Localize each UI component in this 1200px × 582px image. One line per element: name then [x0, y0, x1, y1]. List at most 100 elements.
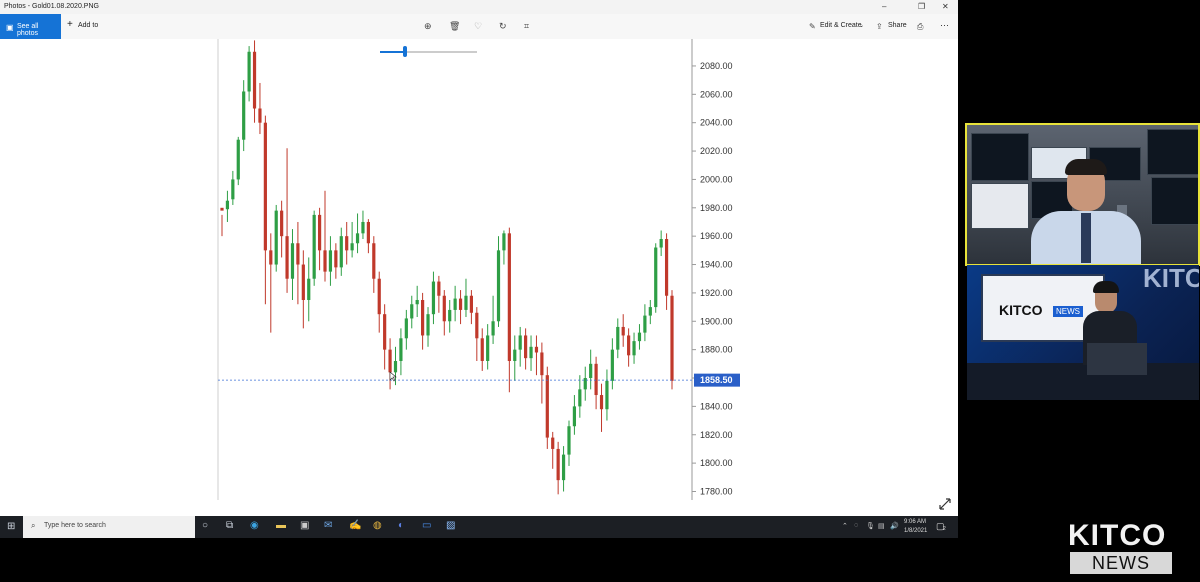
- candle-body: [442, 295, 446, 322]
- window-title: Photos - Gold01.08.2020.PNG: [4, 3, 99, 10]
- candle-body: [220, 207, 224, 211]
- candle-body: [469, 295, 473, 313]
- pen-app-icon[interactable]: ✍: [349, 520, 361, 531]
- plus-icon[interactable]: +: [67, 19, 73, 30]
- studio-screen-logo: KITCO: [999, 302, 1043, 318]
- chrome-icon[interactable]: ◍: [373, 520, 382, 531]
- network-icon: ▤: [878, 523, 885, 530]
- search-icon: ⌕: [31, 521, 36, 530]
- candle-body: [421, 299, 425, 336]
- share-button[interactable]: Share: [888, 22, 907, 29]
- candle-body: [388, 349, 392, 373]
- delete-icon[interactable]: 🗑: [449, 21, 460, 32]
- minimize-button[interactable]: –: [882, 2, 886, 11]
- notification-count: 2: [943, 526, 946, 532]
- close-button[interactable]: ✕: [942, 2, 949, 11]
- photos-app-icon[interactable]: ▨: [446, 520, 455, 531]
- price-tick-label: 2000.00: [700, 174, 733, 184]
- candle-body: [496, 250, 501, 322]
- candle-body: [551, 437, 555, 449]
- candle-body: [334, 250, 338, 268]
- candle-body: [269, 250, 273, 265]
- heart-icon[interactable]: ♡: [474, 21, 482, 32]
- candle-body: [616, 326, 620, 350]
- kitco-logo-text: KITCO: [1068, 519, 1167, 552]
- analyst-tie: [1081, 213, 1091, 263]
- candle-body: [534, 346, 539, 353]
- candle-body: [621, 326, 625, 336]
- cortana-icon[interactable]: ○: [202, 520, 208, 531]
- search-input[interactable]: Type here to search: [44, 522, 106, 529]
- price-tick-label: 1940.00: [700, 260, 733, 270]
- windows-start-icon[interactable]: ⊞: [7, 521, 15, 532]
- more-options-button[interactable]: ···: [940, 20, 949, 30]
- taskbar-search-box[interactable]: ⌕ Type here to search: [23, 516, 195, 538]
- candle-body: [366, 221, 370, 244]
- share-icon: ⇪: [876, 22, 883, 31]
- task-view-icon[interactable]: ⧉: [226, 520, 233, 531]
- edit-icon: ✎: [809, 22, 816, 31]
- candle-body: [225, 200, 230, 210]
- see-all-photos-button[interactable]: ▣ See all photos: [0, 14, 61, 39]
- analyst-hair: [1065, 159, 1107, 175]
- price-tick-label: 1900.00: [700, 316, 733, 326]
- maximize-button[interactable]: ❐: [918, 2, 925, 11]
- edge-icon[interactable]: ◉: [250, 520, 259, 531]
- candle-body: [578, 389, 582, 407]
- zoom-icon[interactable]: ⊕: [424, 21, 432, 32]
- windows-taskbar: ⊞ ⌕ Type here to search ○ ⧉ ◉ ▬ ▣ ✉ ✍ ◍ …: [0, 516, 958, 538]
- edit-create-button[interactable]: Edit & Create: [820, 22, 862, 29]
- candle-body: [458, 298, 463, 310]
- taskbar-time: 9:06 AM: [904, 519, 927, 525]
- candle-body: [372, 243, 376, 279]
- candle-body: [605, 380, 609, 410]
- photos-toolbar: ▣ See all photos + Add to ⊕ 🗑 ♡ ↻ ⌗ ✎ Ed…: [0, 14, 958, 39]
- candle-body: [317, 214, 322, 251]
- zoom-slider-thumb[interactable]: [403, 46, 407, 57]
- candle-body: [426, 314, 430, 336]
- tray-chevron-icon[interactable]: ⌃: [842, 522, 848, 530]
- price-tick-label: 1920.00: [700, 288, 733, 298]
- candle-body: [242, 91, 246, 140]
- price-tick-label: 2080.00: [700, 61, 733, 71]
- candle-body: [583, 378, 587, 390]
- candle-body: [654, 247, 658, 308]
- add-to-button[interactable]: Add to: [78, 22, 98, 29]
- studio-screen-logo-news: NEWS: [1053, 306, 1083, 317]
- rotate-icon[interactable]: ↻: [499, 21, 507, 32]
- kitco-news-logo: KITCO NEWS: [1066, 519, 1174, 577]
- app-icon[interactable]: ◐: [398, 520, 404, 531]
- candle-body: [643, 315, 647, 333]
- candle-body: [567, 426, 571, 455]
- candle-body: [589, 363, 593, 379]
- candle-body: [296, 243, 300, 265]
- candle-body: [258, 108, 262, 123]
- anchor-studio-feed: KITCO KITCO NEWS: [967, 265, 1199, 400]
- candle-body: [252, 51, 257, 109]
- price-tick-label: 1840.00: [700, 401, 733, 411]
- price-tick-label: 1960.00: [700, 231, 733, 241]
- candle-body: [648, 307, 652, 316]
- mail-icon[interactable]: ✉: [324, 520, 332, 531]
- zoom-app-icon[interactable]: ▭: [422, 520, 431, 531]
- print-icon[interactable]: ⎙: [917, 22, 923, 32]
- candle-body: [632, 341, 636, 356]
- candle-body: [659, 239, 663, 248]
- microphone-icon: 🎙: [866, 523, 875, 530]
- crop-icon[interactable]: ⌗: [524, 21, 529, 32]
- candle-body: [486, 335, 490, 361]
- store-icon[interactable]: ▣: [300, 520, 309, 531]
- candle-body: [312, 214, 316, 279]
- candle-body: [594, 363, 598, 396]
- candle-body: [664, 239, 669, 296]
- candle-body: [323, 250, 327, 272]
- file-explorer-icon[interactable]: ▬: [276, 520, 286, 531]
- candle-body: [350, 243, 354, 251]
- candle-body: [355, 233, 360, 244]
- candle-body: [529, 346, 533, 359]
- candle-body: [361, 221, 365, 234]
- tray-app-icon: ◌: [854, 522, 859, 529]
- candle-body: [280, 210, 284, 237]
- candle-body: [377, 278, 381, 315]
- candle-body: [383, 314, 387, 350]
